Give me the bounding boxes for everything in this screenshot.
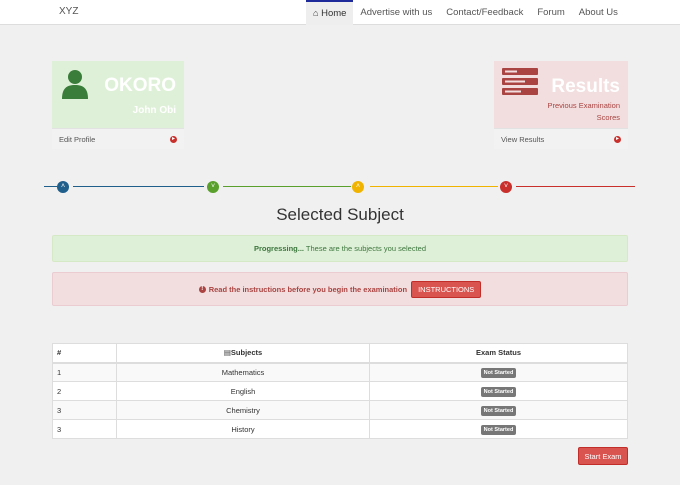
row-number: 3 [52,400,117,420]
progress-text: These are the subjects you selected [303,244,427,253]
nav-item-about[interactable]: About Us [572,0,625,25]
results-subtitle-line-1: Previous Examination [547,101,620,110]
top-navbar: XYZ ⌂ Home Advertise with us Contact/Fee… [0,0,680,25]
progress-strong: Progressing... [253,244,304,253]
row-number: 3 [52,419,117,439]
column-header-number: # [52,343,117,364]
edit-profile-label: Edit Profile [59,134,96,144]
table-header-row: # ▤Subjects Exam Status [52,343,628,364]
row-subject: English [116,381,370,401]
row-number: 2 [52,381,117,401]
edit-profile-link[interactable]: Edit Profile ▸ [52,128,184,149]
column-header-subjects: ▤Subjects [116,343,370,364]
step-4-icon[interactable]: ˅ [500,181,512,193]
nav-item-home[interactable]: ⌂ Home [306,0,354,25]
book-icon: ▤ [223,348,231,358]
row-subject: History [116,419,370,439]
brand-logo[interactable]: XYZ [59,6,78,17]
arrow-circle-right-icon: ▸ [614,135,621,143]
nav-menu: ⌂ Home Advertise with us Contact/Feedbac… [306,0,625,25]
table-row: 2 English Not Started [52,381,628,401]
view-results-label: View Results [501,134,545,144]
status-badge: Not Started [480,367,517,378]
profile-fullname: John Obi [132,105,176,116]
instruction-text: Read the instructions before you begin t… [208,284,408,294]
progress-stepper: ˄ ˅ ˄ ˅ [44,180,635,194]
stepper-segment-red [516,186,635,187]
step-3-icon[interactable]: ˄ [352,181,364,193]
results-title: Results [551,76,620,97]
status-badge: Not Started [480,405,517,416]
step-2-icon[interactable]: ˅ [207,181,219,193]
user-icon [62,70,88,99]
exclamation-circle-icon: ! [198,285,206,293]
profile-panel: OKORO John Obi Edit Profile ▸ [52,61,184,149]
table-row: 3 Chemistry Not Started [52,400,628,420]
stepper-segment-green [223,186,351,187]
results-panel-body: Results Previous Examination Scores [494,61,628,128]
results-subtitle: Previous Examination Scores [547,100,620,124]
results-subtitle-line-2: Scores [596,113,620,122]
status-badge: Not Started [480,386,517,397]
status-badge: Not Started [480,424,517,435]
row-subject: Chemistry [116,400,370,420]
nav-item-advertise[interactable]: Advertise with us [353,0,439,25]
profile-panel-body: OKORO John Obi [52,61,184,128]
profile-name: OKORO [104,75,176,96]
results-panel: Results Previous Examination Scores View… [494,61,628,149]
view-results-link[interactable]: View Results ▸ [494,128,628,149]
home-icon: ⌂ [313,8,319,18]
instructions-button[interactable]: INSTRUCTIONS [411,280,482,298]
row-number: 1 [52,362,117,382]
subjects-table: # ▤Subjects Exam Status 1 Mathematics No… [52,343,628,439]
progress-alert: Progressing... These are the subjects yo… [52,235,628,262]
table-row: 1 Mathematics Not Started [52,362,628,382]
nav-item-forum[interactable]: Forum [530,0,571,25]
stepper-segment-blue [44,186,57,187]
instruction-alert: ! Read the instructions before you begin… [52,272,628,306]
step-1-icon[interactable]: ˄ [57,181,69,193]
nav-item-contact[interactable]: Contact/Feedback [439,0,530,25]
column-header-status: Exam Status [369,343,628,364]
stepper-segment-yellow [370,186,498,187]
arrow-circle-right-icon: ▸ [170,135,177,143]
nav-item-label: Home [321,8,347,19]
page-title: Selected Subject [276,205,404,224]
row-subject: Mathematics [116,362,370,382]
table-row: 3 History Not Started [52,419,628,439]
start-exam-button[interactable]: Start Exam [578,447,628,465]
stepper-segment-blue [73,186,204,187]
list-icon [502,68,538,95]
